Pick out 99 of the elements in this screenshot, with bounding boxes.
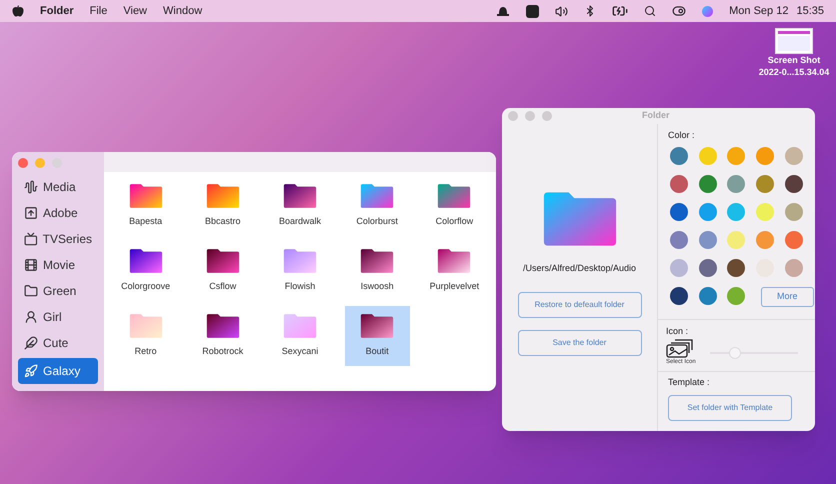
folder-item[interactable]: Boutit	[344, 306, 410, 366]
color-swatch[interactable]	[670, 230, 688, 248]
file-name: Screen Shot	[768, 55, 820, 66]
tv-icon	[24, 232, 38, 246]
apple-icon[interactable]	[12, 5, 24, 17]
folder-thumbnail-icon	[360, 183, 394, 210]
color-swatch[interactable]	[727, 202, 746, 220]
folder-item[interactable]: Colorflow	[422, 176, 487, 236]
control-center-icon[interactable]	[672, 4, 686, 18]
folder-thumbnail-icon	[206, 248, 240, 274]
color-swatch[interactable]	[727, 230, 746, 248]
color-swatch[interactable]	[756, 174, 774, 192]
color-swatch[interactable]	[727, 258, 746, 276]
screenshot-thumbnail[interactable]	[775, 28, 813, 54]
folder-thumbnail-icon	[206, 313, 240, 340]
folder-thumbnail-icon	[437, 183, 472, 210]
waveform-icon	[24, 180, 38, 194]
rocket-icon	[24, 364, 38, 378]
section-label: Icon :	[666, 324, 690, 338]
sidebar-item[interactable]: TVSeries	[18, 228, 98, 249]
color-swatch[interactable]	[784, 202, 803, 220]
menu-item[interactable]: Window	[163, 2, 202, 20]
folder-thumbnail-icon	[128, 183, 163, 210]
section-label: Color :	[668, 129, 696, 142]
sidebar-item[interactable]: Green	[18, 280, 98, 301]
folder-item[interactable]: Robotrock	[190, 306, 256, 366]
folder-thumbnail-icon	[437, 248, 472, 274]
menu-bar-date[interactable]: Mon Sep 12	[729, 2, 788, 20]
color-swatch[interactable]	[670, 174, 688, 192]
volume-icon[interactable]	[555, 4, 568, 18]
folder-thumbnail-icon	[282, 248, 317, 274]
folder-item[interactable]: Iswoosh	[344, 241, 410, 301]
color-swatch[interactable]	[756, 146, 774, 164]
folder-item[interactable]: Csflow	[190, 241, 256, 301]
folder-item[interactable]: Sexycani	[267, 306, 332, 366]
sidebar-item[interactable]: Girl	[18, 306, 98, 327]
sidebar-item[interactable]: Media	[18, 176, 98, 197]
folder-thumbnail-icon	[128, 248, 163, 274]
feather-icon	[24, 336, 38, 350]
menu-bar-time[interactable]: 15:35	[796, 2, 824, 20]
hat-icon[interactable]	[496, 6, 510, 16]
color-swatch[interactable]	[670, 146, 688, 164]
folder-thumbnail-icon	[206, 183, 240, 210]
search-icon[interactable]	[644, 5, 656, 17]
folder-item[interactable]: Bapesta	[113, 176, 178, 236]
folder-item[interactable]: Boardwalk	[267, 176, 332, 236]
action-button[interactable]: Save the folder	[518, 330, 642, 356]
color-swatch[interactable]	[698, 230, 717, 248]
folder-thumbnail-icon	[282, 183, 317, 210]
color-swatch[interactable]	[698, 174, 717, 192]
color-swatch[interactable]	[784, 146, 803, 164]
more-button[interactable]: More	[760, 286, 814, 306]
color-swatch[interactable]	[698, 146, 717, 164]
film-icon	[24, 258, 38, 272]
slider-thumb[interactable]	[729, 346, 742, 358]
window-title: Folder	[642, 109, 670, 122]
folder-thumbnail-icon	[360, 313, 394, 340]
folder-item[interactable]: Purplevelvet	[422, 241, 487, 301]
sidebar-item[interactable]: Adobe	[18, 202, 98, 223]
color-swatch[interactable]	[727, 174, 746, 192]
folder-preview-icon	[542, 190, 618, 248]
menu-item[interactable]: View	[123, 2, 148, 20]
siri-icon[interactable]	[702, 6, 714, 16]
action-button[interactable]: Restore to defeault folder	[518, 292, 642, 318]
file-name: 2022-0...15.34.04	[758, 67, 830, 78]
folder-path: /Users/Alfred/Desktop/Audio	[522, 262, 636, 275]
app-menu[interactable]: Folder	[40, 2, 74, 20]
sidebar-item[interactable]: Cute	[18, 332, 98, 353]
folder-thumbnail-icon	[282, 313, 317, 340]
sidebar-item[interactable]: Galaxy	[18, 358, 98, 384]
color-swatch[interactable]	[784, 174, 803, 192]
section-label: Template :	[668, 376, 711, 389]
folder-item[interactable]: Flowish	[267, 241, 332, 301]
color-swatch[interactable]	[756, 230, 774, 248]
folder-item[interactable]: Retro	[113, 306, 178, 366]
folder-thumbnail-icon	[360, 248, 394, 274]
color-swatch[interactable]	[727, 146, 746, 164]
folder-item[interactable]: Colorgroove	[113, 241, 178, 301]
color-swatch[interactable]	[670, 202, 688, 220]
folder-item[interactable]: Bbcastro	[190, 176, 256, 236]
folder-item[interactable]: Colorburst	[344, 176, 410, 236]
menu-item[interactable]: File	[90, 2, 108, 20]
color-swatch[interactable]	[698, 258, 717, 276]
color-swatch[interactable]	[670, 286, 688, 304]
sidebar-item[interactable]: Movie	[18, 254, 98, 275]
color-swatch[interactable]	[670, 258, 688, 276]
image-stack-icon[interactable]	[666, 338, 694, 358]
document-icon	[24, 206, 38, 220]
color-swatch[interactable]	[698, 202, 717, 220]
app-status-icon[interactable]	[526, 4, 540, 18]
template-button[interactable]: Set folder with Template	[668, 394, 792, 420]
person-icon	[24, 310, 38, 324]
folder-icon	[24, 284, 38, 298]
color-swatch[interactable]	[727, 286, 746, 304]
color-swatch[interactable]	[698, 286, 717, 304]
color-swatch[interactable]	[756, 202, 774, 220]
folder-thumbnail-icon	[128, 313, 163, 340]
color-swatch[interactable]	[784, 258, 803, 276]
color-swatch[interactable]	[784, 230, 803, 248]
